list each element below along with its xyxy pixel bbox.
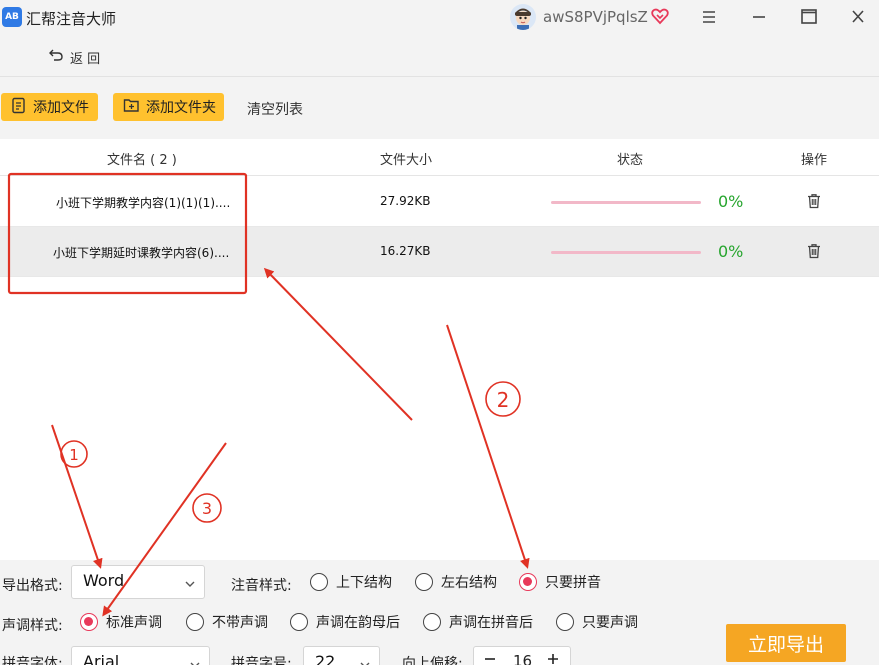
minimize-icon[interactable] xyxy=(747,6,771,28)
app-window: AB 汇帮注音大师 awS8PVjPqlsZ 返 回 添加文件 添加文件夹 清空… xyxy=(0,0,879,665)
radio-dot xyxy=(186,613,204,631)
radio-label: 不带声调 xyxy=(212,615,268,631)
export-format-select[interactable]: Word xyxy=(71,565,205,599)
radio-dot-selected xyxy=(80,613,98,631)
file-size-cell: 16.27KB xyxy=(380,244,431,258)
radio-tone-only[interactable]: 只要声调 xyxy=(556,612,638,632)
column-status-header: 状态 xyxy=(617,153,644,168)
chevron-down-icon xyxy=(359,656,371,665)
annotation-number-2: 2 xyxy=(497,388,510,412)
progress-percent: 0% xyxy=(718,192,744,211)
clear-list-button[interactable]: 清空列表 xyxy=(247,99,303,119)
radio-label: 只要声调 xyxy=(582,615,638,631)
pinyin-font-value: Arial xyxy=(83,652,120,665)
pinyin-size-label: 拼音字号: xyxy=(231,656,292,665)
toolbar: 添加文件 添加文件夹 清空列表 xyxy=(0,77,879,139)
radio-label: 上下结构 xyxy=(336,575,392,591)
vip-heart-icon[interactable] xyxy=(651,7,669,29)
app-title: 汇帮注音大师 xyxy=(26,10,117,28)
file-table-header: 文件名 ( 2 ) 文件大小 状态 操作 xyxy=(0,139,879,176)
table-row[interactable]: 小班下学期延时课教学内容(6).... 16.27KB 0% xyxy=(0,227,879,277)
pinyin-size-select[interactable]: 22 xyxy=(303,646,380,665)
close-icon[interactable] xyxy=(846,6,870,28)
add-folder-button[interactable]: 添加文件夹 xyxy=(113,93,224,121)
offset-label: 向上偏移: xyxy=(402,656,463,665)
chevron-down-icon xyxy=(184,575,196,594)
radio-tone-after-final[interactable]: 声调在韵母后 xyxy=(290,612,400,632)
radio-pinyin-only[interactable]: 只要拼音 xyxy=(519,572,601,592)
radio-dot xyxy=(423,613,441,631)
offset-stepper[interactable]: 16 xyxy=(473,646,571,665)
annotation-circle-3 xyxy=(192,493,222,523)
radio-label: 声调在韵母后 xyxy=(316,615,400,631)
back-label: 返 回 xyxy=(70,51,101,67)
radio-tone-after-pinyin[interactable]: 声调在拼音后 xyxy=(423,612,533,632)
progress-bar xyxy=(551,201,701,204)
title-bar: AB 汇帮注音大师 awS8PVjPqlsZ xyxy=(0,0,879,36)
add-file-icon xyxy=(11,97,27,118)
progress-bar xyxy=(551,251,701,254)
avatar[interactable] xyxy=(510,4,536,30)
annotation-circle-1 xyxy=(60,440,88,468)
column-action-header: 操作 xyxy=(801,153,828,168)
radio-dot xyxy=(415,573,433,591)
annotation-number-1: 1 xyxy=(69,446,79,464)
radio-left-right[interactable]: 左右结构 xyxy=(415,572,497,592)
pinyin-size-value: 22 xyxy=(315,652,336,665)
arrow-to-file-list xyxy=(263,267,413,421)
minus-icon[interactable] xyxy=(483,651,497,665)
delete-icon[interactable] xyxy=(807,193,821,212)
arrow-two xyxy=(446,324,530,569)
back-arrow-icon xyxy=(48,47,64,67)
back-bar: 返 回 xyxy=(0,36,879,77)
radio-top-bottom[interactable]: 上下结构 xyxy=(310,572,392,592)
radio-dot xyxy=(290,613,308,631)
phonetic-style-label: 注音样式: xyxy=(231,578,292,594)
column-name-header: 文件名 ( 2 ) xyxy=(107,153,177,168)
chevron-down-icon xyxy=(189,656,201,665)
radio-label: 左右结构 xyxy=(441,575,497,591)
radio-dot xyxy=(310,573,328,591)
progress-percent: 0% xyxy=(718,242,744,261)
radio-label: 只要拼音 xyxy=(545,575,601,591)
radio-no-tone[interactable]: 不带声调 xyxy=(186,612,268,632)
column-size-header: 文件大小 xyxy=(380,153,433,168)
file-size-cell: 27.92KB xyxy=(380,194,431,208)
tone-style-label: 声调样式: xyxy=(2,618,63,634)
export-format-value: Word xyxy=(83,571,125,590)
radio-label: 标准声调 xyxy=(106,615,162,631)
file-name-cell: 小班下学期延时课教学内容(6).... xyxy=(53,246,230,260)
delete-icon[interactable] xyxy=(807,243,821,262)
export-format-label: 导出格式: xyxy=(2,578,63,594)
maximize-icon[interactable] xyxy=(797,6,821,28)
radio-standard-tone[interactable]: 标准声调 xyxy=(80,612,162,632)
export-now-button[interactable]: 立即导出 xyxy=(726,624,846,662)
add-folder-label: 添加文件夹 xyxy=(146,100,216,116)
pinyin-font-label: 拼音字体: xyxy=(2,656,63,665)
username[interactable]: awS8PVjPqlsZ xyxy=(543,8,648,26)
pinyin-font-select[interactable]: Arial xyxy=(71,646,210,665)
settings-panel: 导出格式: Word 注音样式: 上下结构 左右结构 只要拼音 声调样式: 标准… xyxy=(0,560,879,665)
add-file-label: 添加文件 xyxy=(33,100,89,116)
offset-value[interactable]: 16 xyxy=(513,652,532,665)
radio-label: 声调在拼音后 xyxy=(449,615,533,631)
add-folder-icon xyxy=(123,97,140,117)
plus-icon[interactable] xyxy=(546,651,560,665)
radio-dot xyxy=(556,613,574,631)
file-name-cell: 小班下学期教学内容(1)(1)(1).... xyxy=(56,196,231,210)
annotation-circle-2 xyxy=(485,381,521,417)
table-row[interactable]: 小班下学期教学内容(1)(1)(1).... 27.92KB 0% xyxy=(0,177,879,227)
menu-icon[interactable] xyxy=(697,6,721,28)
radio-dot-selected xyxy=(519,573,537,591)
arrow-one xyxy=(51,424,103,569)
back-button[interactable]: 返 回 xyxy=(48,47,101,67)
app-logo-icon: AB xyxy=(2,7,22,27)
add-file-button[interactable]: 添加文件 xyxy=(1,93,98,121)
annotation-number-3: 3 xyxy=(202,499,212,518)
